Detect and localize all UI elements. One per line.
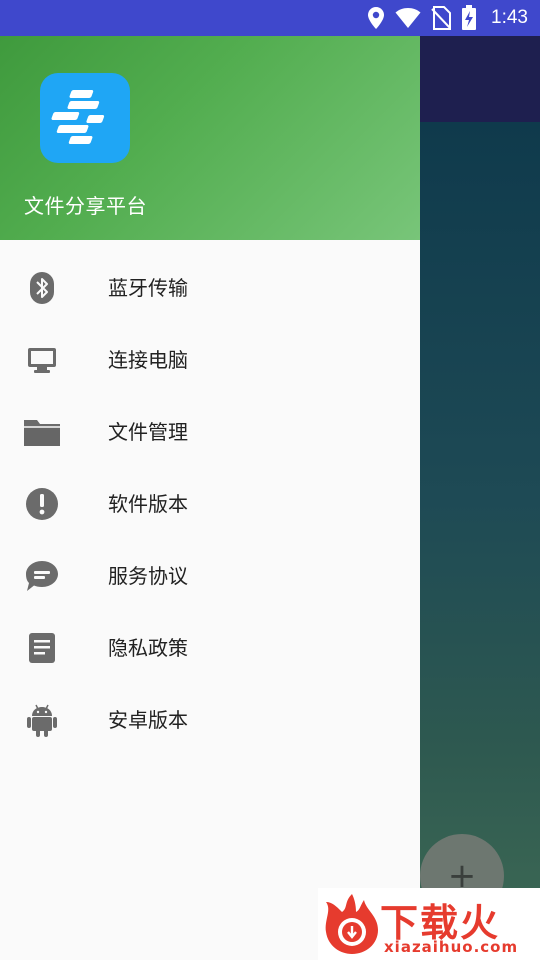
menu-label: 服务协议	[108, 564, 188, 588]
menu-item-android-version[interactable]: 安卓版本	[0, 684, 420, 756]
menu-label: 连接电脑	[108, 348, 188, 372]
status-time: 1:43	[491, 7, 528, 28]
menu-label: 软件版本	[108, 492, 188, 516]
menu-item-privacy-policy[interactable]: 隐私政策	[0, 612, 420, 684]
document-icon	[22, 630, 62, 666]
watermark-subtitle: xiazaihuo.com	[384, 938, 519, 956]
drawer-header: 文件分享平台	[0, 36, 420, 240]
menu-item-service-agreement[interactable]: 服务协议	[0, 540, 420, 612]
battery-charging-icon	[462, 5, 477, 30]
menu-label: 文件管理	[108, 420, 188, 444]
flame-logo-icon	[325, 894, 378, 954]
folder-icon	[22, 414, 62, 450]
bluetooth-icon	[22, 270, 62, 306]
drawer-menu: 蓝牙传输 连接电脑 文件管理 软件版本 服务协议 隐私政策 安卓版本	[0, 252, 420, 756]
menu-item-software-version[interactable]: 软件版本	[0, 468, 420, 540]
no-sim-icon	[431, 6, 452, 30]
status-bar: 1:43	[0, 0, 540, 36]
menu-label: 安卓版本	[108, 708, 188, 732]
app-name: 文件分享平台	[24, 194, 147, 218]
menu-label: 蓝牙传输	[108, 276, 188, 300]
android-icon	[22, 702, 62, 738]
navigation-drawer: 文件分享平台 蓝牙传输 连接电脑 文件管理 软件版本 服务协议 隐私政策 安卓版…	[0, 36, 420, 960]
location-icon	[368, 7, 385, 29]
computer-icon	[22, 342, 62, 378]
app-logo-icon	[40, 73, 130, 163]
menu-item-connect-pc[interactable]: 连接电脑	[0, 324, 420, 396]
menu-item-file-manager[interactable]: 文件管理	[0, 396, 420, 468]
watermark-logo: 下载火 xiazaihuo.com	[318, 888, 540, 960]
wifi-icon	[395, 8, 421, 28]
info-icon	[22, 486, 62, 522]
menu-label: 隐私政策	[108, 636, 188, 660]
chat-icon	[22, 558, 62, 594]
menu-item-bluetooth[interactable]: 蓝牙传输	[0, 252, 420, 324]
